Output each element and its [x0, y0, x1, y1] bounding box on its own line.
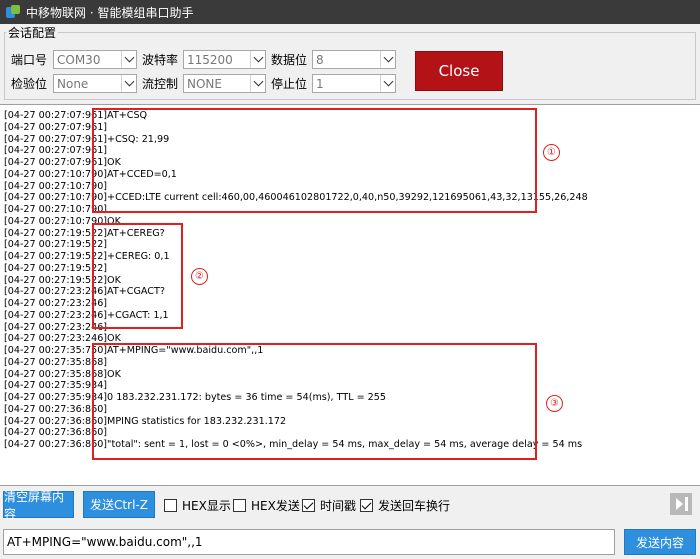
send-button[interactable]: 发送内容 [624, 529, 696, 555]
databits-value: 8 [316, 53, 324, 67]
command-input[interactable] [3, 529, 615, 555]
send-newline-label: 发送回车换行 [378, 499, 451, 513]
window-title: 中移物联网 · 智能模组串口助手 [26, 5, 194, 20]
close-port-button[interactable]: Close [415, 51, 503, 91]
app-logo-icon [5, 4, 21, 20]
flow-label: 流控制 [142, 77, 179, 91]
chevron-down-icon[interactable] [380, 75, 395, 92]
chevron-down-icon[interactable] [121, 75, 136, 92]
session-config-label: 会话配置 [6, 24, 59, 41]
title-bar: 中移物联网 · 智能模组串口助手 [0, 0, 700, 24]
stopbits-label: 停止位 [271, 77, 308, 91]
annotation-marker-2: ② [191, 268, 208, 285]
timestamp-label: 时间戳 [320, 499, 357, 513]
hex-display-checkbox[interactable]: HEX显示 [164, 497, 231, 514]
baud-label: 波特率 [142, 53, 179, 67]
chevron-down-icon[interactable] [121, 51, 136, 68]
clear-screen-button[interactable]: 清空屏幕内容 [3, 490, 74, 521]
stopbits-select[interactable]: 1 [312, 74, 396, 93]
serial-log-output[interactable]: [04-27 00:27:36:860]"total": sent = 1, l… [0, 104, 700, 486]
send-ctrl-z-button[interactable]: 发送Ctrl-Z [83, 491, 155, 518]
baud-select[interactable]: 115200 [183, 50, 266, 69]
port-select[interactable]: COM30 [53, 50, 137, 69]
flow-select[interactable]: NONE [183, 74, 266, 93]
parity-select[interactable]: None [53, 74, 137, 93]
checkbox-icon[interactable] [302, 499, 315, 512]
parity-value: None [57, 77, 89, 91]
hex-send-label: HEX发送 [251, 499, 300, 513]
databits-label: 数据位 [271, 53, 308, 67]
flow-value: NONE [187, 77, 222, 91]
databits-select[interactable]: 8 [312, 50, 396, 69]
port-value: COM30 [57, 53, 101, 67]
hex-send-checkbox[interactable]: HEX发送 [233, 497, 300, 514]
send-newline-checkbox[interactable]: 发送回车换行 [360, 497, 450, 514]
chevron-down-icon[interactable] [250, 51, 265, 68]
annotation-marker-1: ① [543, 144, 560, 161]
port-label: 端口号 [11, 53, 48, 67]
highlight-box-1 [92, 108, 537, 213]
checkbox-icon[interactable] [233, 499, 246, 512]
timestamp-checkbox[interactable]: 时间戳 [302, 497, 356, 514]
stopbits-value: 1 [316, 77, 324, 91]
highlight-box-3 [92, 343, 537, 460]
hex-display-label: HEX显示 [182, 499, 231, 513]
annotation-marker-3: ③ [546, 395, 563, 412]
chevron-down-icon[interactable] [380, 51, 395, 68]
toggle-panel-icon[interactable] [670, 493, 692, 515]
checkbox-icon[interactable] [360, 499, 373, 512]
baud-value: 115200 [187, 53, 233, 67]
parity-label: 检验位 [11, 77, 48, 91]
highlight-box-2 [92, 223, 183, 329]
checkbox-icon[interactable] [164, 499, 177, 512]
chevron-down-icon[interactable] [250, 75, 265, 92]
